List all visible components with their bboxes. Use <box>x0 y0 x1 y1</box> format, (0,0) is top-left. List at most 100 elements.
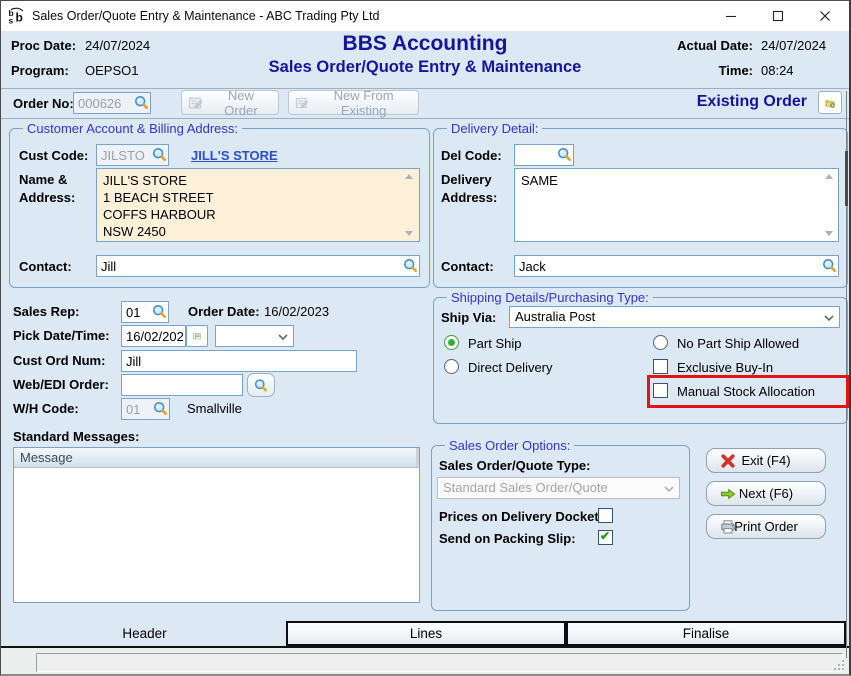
tab-finalise[interactable]: Finalise <box>566 621 846 646</box>
direct-delivery-radio[interactable] <box>444 359 459 374</box>
order-no-label: Order No: <box>13 96 74 111</box>
order-no-lookup-icon[interactable] <box>134 95 149 110</box>
next-button-label: Next (F6) <box>739 486 793 501</box>
right-scrollbar-thumb[interactable] <box>845 151 848 206</box>
customer-group-legend: Customer Account & Billing Address: <box>23 121 242 136</box>
delivery-address-label-2: Address: <box>441 190 497 205</box>
web-edi-lookup-icon <box>254 378 268 393</box>
tab-header-label: Header <box>122 626 166 641</box>
new-from-existing-icon <box>295 95 309 111</box>
web-edi-input[interactable] <box>121 374 243 396</box>
pick-date-calendar-button[interactable] <box>186 325 208 347</box>
tab-lines[interactable]: Lines <box>286 621 566 646</box>
send-packing-slip-checkbox[interactable] <box>598 530 613 545</box>
next-button[interactable]: Next (F6) <box>706 481 826 506</box>
standard-messages-list[interactable]: Message <box>13 447 420 603</box>
ship-via-value: Australia Post <box>515 309 595 324</box>
pick-date-input[interactable] <box>121 325 186 347</box>
delivery-address-textarea[interactable]: SAME <box>514 168 839 242</box>
new-from-existing-label: New From Existing <box>315 88 412 118</box>
delivery-contact-input[interactable] <box>514 255 839 277</box>
prices-on-docket-label: Prices on Delivery Docket: <box>439 509 603 524</box>
wh-code-lookup-icon[interactable] <box>153 401 168 416</box>
billing-scroll-down-icon[interactable] <box>405 231 413 236</box>
exclusive-buy-in-label: Exclusive Buy-In <box>677 360 773 375</box>
cust-ord-num-input[interactable] <box>121 350 357 372</box>
cust-code-lookup-icon[interactable] <box>152 147 167 162</box>
del-code-label: Del Code: <box>441 148 502 163</box>
sales-rep-label: Sales Rep: <box>13 304 79 319</box>
ship-via-label: Ship Via: <box>441 310 496 325</box>
date-time-block: Actual Date: 24/07/2024 Time: 08:24 <box>677 38 837 78</box>
pick-time-combo[interactable] <box>215 325 294 347</box>
order-type-label: Sales Order/Quote Type: <box>439 458 590 473</box>
shipping-group-legend: Shipping Details/Purchasing Type: <box>447 290 653 305</box>
billing-contact-input[interactable] <box>96 255 420 277</box>
new-from-existing-button[interactable]: New From Existing <box>288 90 419 115</box>
ship-via-combo[interactable]: Australia Post <box>509 306 840 328</box>
billing-contact-field-wrap <box>96 255 420 277</box>
actual-date-label: Actual Date: <box>677 38 753 53</box>
billing-scroll-up-icon[interactable] <box>405 174 413 179</box>
existing-order-button[interactable] <box>818 91 842 114</box>
order-date-value: 16/02/2023 <box>264 304 329 319</box>
print-order-button-label: Print Order <box>734 519 798 534</box>
pick-date-field-wrap <box>121 325 186 347</box>
delivery-contact-field-wrap <box>514 255 839 277</box>
prices-on-docket-checkbox[interactable] <box>598 508 613 523</box>
minimize-icon <box>725 10 737 22</box>
sales-rep-field-wrap <box>121 301 169 323</box>
wh-code-label: W/H Code: <box>13 401 79 416</box>
printer-icon <box>720 519 736 535</box>
messages-column-header[interactable]: Message <box>14 448 419 468</box>
resize-grip-icon[interactable] <box>833 659 845 671</box>
status-field <box>36 653 843 672</box>
chevron-down-icon <box>664 486 674 492</box>
wh-code-field-wrap <box>121 398 170 420</box>
tab-finalise-label: Finalise <box>683 626 730 641</box>
exit-button-label: Exit (F4) <box>741 453 790 468</box>
close-button[interactable] <box>801 1 849 30</box>
direct-delivery-label: Direct Delivery <box>468 360 553 375</box>
no-part-ship-radio[interactable] <box>653 335 668 350</box>
pick-date-time-label: Pick Date/Time: <box>13 328 110 343</box>
exit-x-icon <box>720 453 736 469</box>
tab-header[interactable]: Header <box>3 621 286 646</box>
no-part-ship-label: No Part Ship Allowed <box>677 336 799 351</box>
actual-date-value: 24/07/2024 <box>761 38 837 53</box>
sales-rep-lookup-icon[interactable] <box>152 304 167 319</box>
time-label: Time: <box>677 63 753 78</box>
order-date-label: Order Date: <box>188 304 260 319</box>
status-bar <box>1 648 849 675</box>
billing-contact-lookup-icon[interactable] <box>403 258 418 273</box>
header-band: Proc Date: 24/07/2024 Program: OEPSO1 BB… <box>1 31 849 89</box>
options-group-legend: Sales Order Options: <box>445 438 574 453</box>
window-title: Sales Order/Quote Entry & Maintenance - … <box>32 9 379 23</box>
maximize-button[interactable] <box>754 1 801 30</box>
customer-store-link[interactable]: JILL'S STORE <box>191 148 278 163</box>
cust-code-field-wrap <box>96 144 169 166</box>
minimize-button[interactable] <box>707 1 754 30</box>
cust-ord-field-wrap <box>121 350 357 372</box>
del-code-lookup-icon[interactable] <box>557 147 572 162</box>
web-edi-label: Web/EDI Order: <box>13 377 109 392</box>
new-order-label: New Order <box>210 88 272 118</box>
web-edi-lookup-button[interactable] <box>247 373 275 397</box>
exclusive-buy-in-checkbox[interactable] <box>653 359 668 374</box>
exit-button[interactable]: Exit (F4) <box>706 448 826 473</box>
manual-stock-allocation-checkbox[interactable] <box>653 383 668 398</box>
order-no-field-wrap <box>73 92 151 114</box>
part-ship-label: Part Ship <box>468 336 521 351</box>
delivery-contact-lookup-icon[interactable] <box>822 258 837 273</box>
maximize-icon <box>772 10 784 22</box>
delivery-scroll-up-icon[interactable] <box>825 174 833 179</box>
delivery-contact-label: Contact: <box>441 259 494 274</box>
close-icon <box>819 10 831 22</box>
delivery-scroll-down-icon[interactable] <box>825 231 833 236</box>
part-ship-radio[interactable] <box>444 335 459 350</box>
print-order-button[interactable]: Print Order <box>706 514 826 539</box>
order-type-combo[interactable]: Standard Sales Order/Quote <box>437 477 680 499</box>
new-order-button[interactable]: New Order <box>181 90 279 115</box>
delivery-group-legend: Delivery Detail: <box>447 121 542 136</box>
billing-address-textarea[interactable]: JILL'S STORE 1 BEACH STREET COFFS HARBOU… <box>96 168 420 242</box>
